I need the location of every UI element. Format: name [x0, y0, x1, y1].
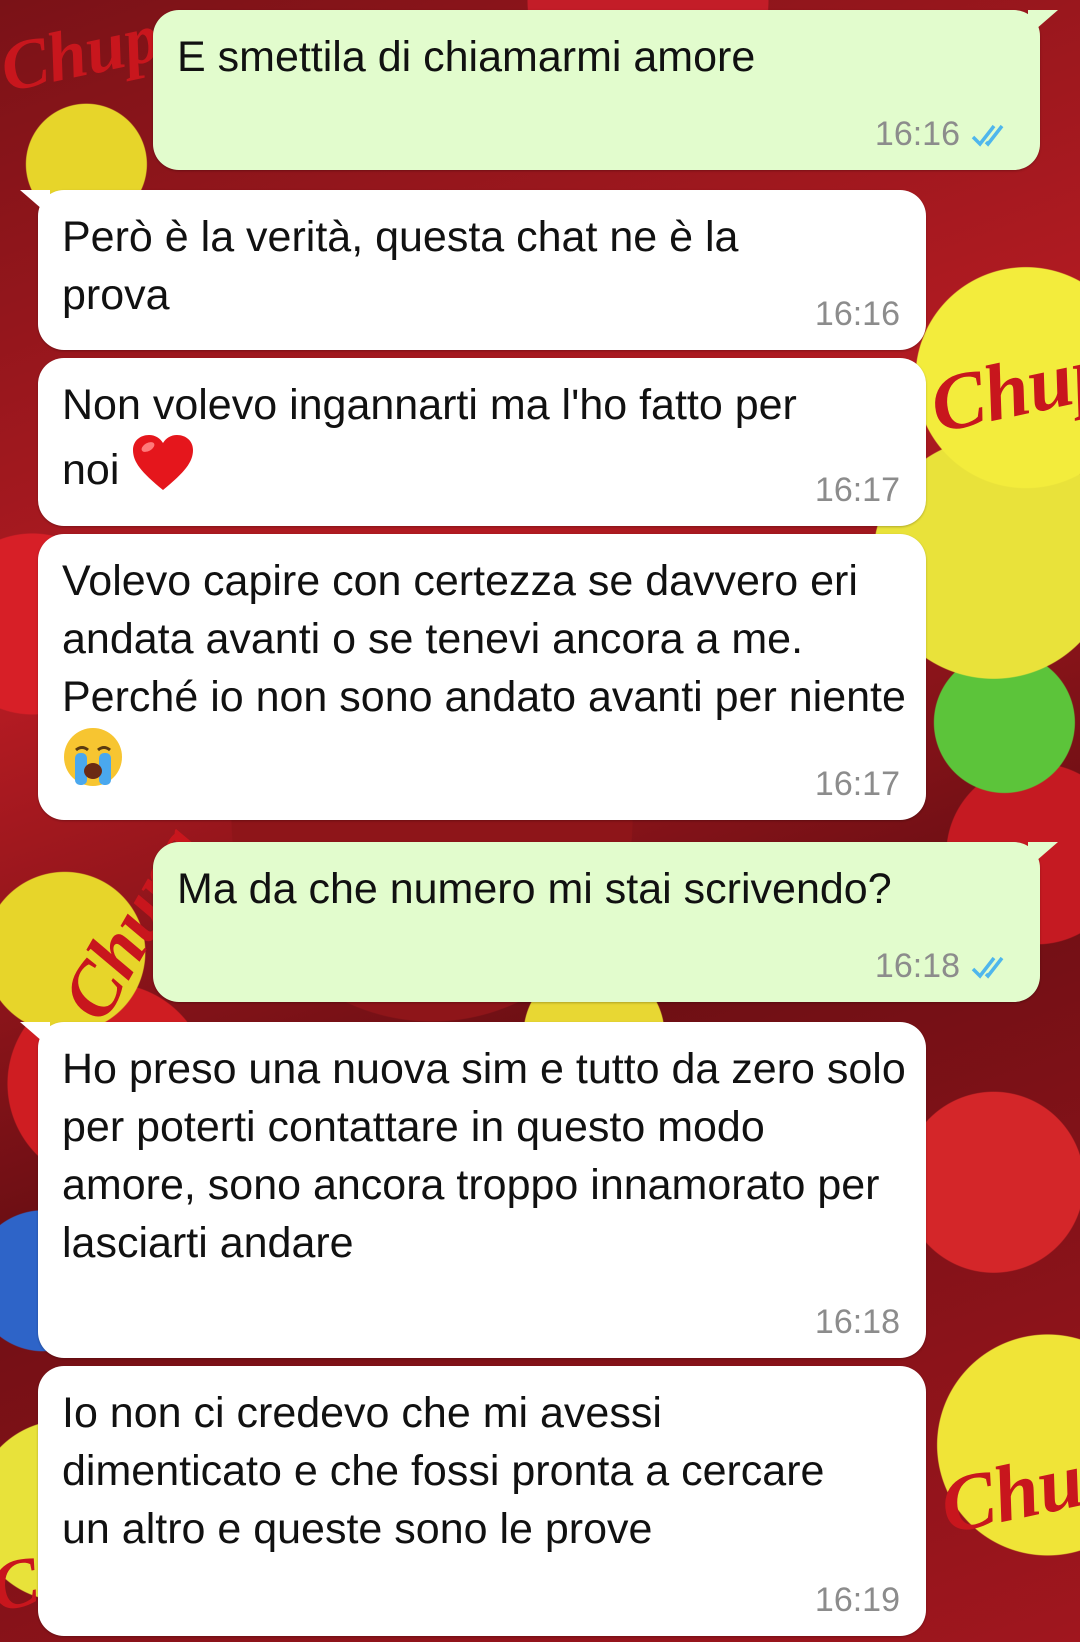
message-time: 16:17: [814, 471, 900, 509]
message-time: 16:19: [814, 1581, 900, 1619]
message-bubble-incoming[interactable]: Io non ci credevo che mi avessi dimentic…: [38, 1366, 926, 1636]
message-text: Io non ci credevo che mi avessi dimentic…: [62, 1389, 837, 1553]
message-time: 16:16: [814, 295, 900, 333]
message-text: Ho preso una nuova sim e tutto da zero s…: [62, 1045, 918, 1267]
message-bubble-incoming[interactable]: Ho preso una nuova sim e tutto da zero s…: [20, 1022, 926, 1358]
message-meta: 16:19: [815, 1581, 900, 1620]
double-check-read-icon: [971, 956, 1004, 979]
red-heart-emoji-icon: [133, 435, 194, 490]
message-bubble-outgoing[interactable]: Ma da che numero mi stai scrivendo? 16:1…: [153, 842, 1058, 1002]
message-time: 16:18: [874, 947, 960, 985]
message-text: Ma da che numero mi stai scrivendo?: [177, 865, 892, 913]
message-text-content: Volevo capire con certezza se davvero er…: [62, 557, 906, 721]
message-meta: 16:17: [815, 471, 900, 510]
message-text: Non volevo ingannarti ma l'ho fatto per …: [62, 376, 826, 499]
message-meta: 16:18: [815, 1303, 900, 1342]
message-bubble-incoming[interactable]: Volevo capire con certezza se davvero er…: [38, 534, 926, 820]
wallpaper-brand-text: Chups: [923, 319, 1080, 451]
loudly-crying-face-emoji-icon: [64, 728, 122, 786]
double-check-read-icon: [971, 124, 1004, 147]
message-text: E smettila di chiamarmi amore: [177, 33, 756, 81]
message-meta: 16:18: [875, 947, 1014, 986]
message-meta: 16:17: [815, 765, 900, 804]
message-time: 16:16: [874, 115, 960, 153]
message-meta: 16:16: [875, 115, 1014, 154]
message-bubble-incoming[interactable]: Però è la verità, questa chat ne è la pr…: [20, 190, 926, 350]
message-bubble-outgoing[interactable]: E smettila di chiamarmi amore 16:16: [153, 10, 1058, 170]
message-text: Volevo capire con certezza se davvero er…: [62, 552, 906, 793]
message-time: 16:18: [814, 1303, 900, 1341]
wallpaper-brand-text: Chupa: [933, 1418, 1080, 1552]
message-meta: 16:16: [815, 295, 900, 334]
message-text: Però è la verità, questa chat ne è la pr…: [62, 213, 751, 319]
message-bubble-incoming[interactable]: Non volevo ingannarti ma l'ho fatto per …: [38, 358, 926, 526]
message-time: 16:17: [814, 765, 900, 803]
